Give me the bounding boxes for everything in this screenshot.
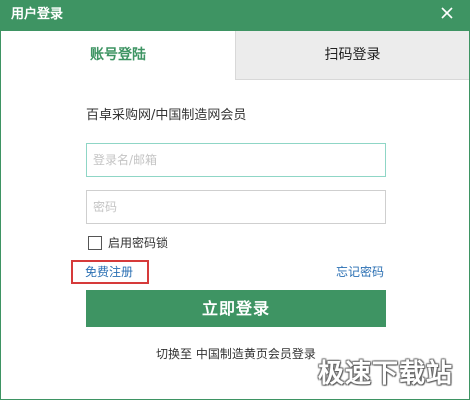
close-icon <box>441 7 453 19</box>
title-bar: 用户登录 <box>1 0 469 31</box>
window-title: 用户登录 <box>11 7 64 22</box>
login-window: 用户登录 账号登陆 扫码登录 百卓采购网/中国制造网会员 启用密码锁 免费注册 … <box>0 0 470 400</box>
tab-qr-login[interactable]: 扫码登录 <box>235 31 469 80</box>
register-link[interactable]: 免费注册 <box>85 264 133 280</box>
forgot-password-link[interactable]: 忘记密码 <box>336 264 384 280</box>
password-lock-label: 启用密码锁 <box>108 236 169 250</box>
login-button[interactable]: 立即登录 <box>86 290 386 327</box>
username-input[interactable] <box>86 143 386 177</box>
password-lock-checkbox[interactable] <box>88 236 102 250</box>
switch-login-line: 切换至 中国制造黄页会员登录 <box>156 346 316 362</box>
password-input[interactable] <box>86 190 386 224</box>
close-button[interactable] <box>439 5 455 21</box>
yellow-pages-login-link[interactable]: 中国制造黄页会员登录 <box>196 347 316 361</box>
site-label: 百卓采购网/中国制造网会员 <box>86 108 247 123</box>
switch-prefix: 切换至 <box>156 347 193 361</box>
watermark-text: 极速下载站 <box>317 359 453 389</box>
tab-account-login[interactable]: 账号登陆 <box>1 31 235 80</box>
login-tabs: 账号登陆 扫码登录 <box>1 31 469 80</box>
